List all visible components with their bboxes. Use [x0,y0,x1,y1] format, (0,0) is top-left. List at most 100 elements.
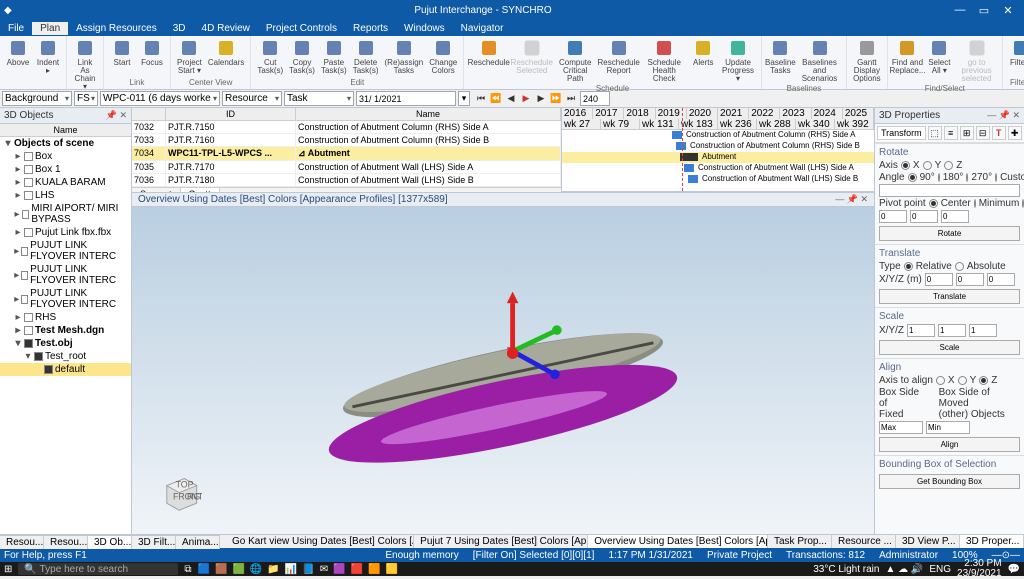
center-tab-0[interactable]: Go Kart view Using Dates [Best] Colors [… [226,535,414,548]
ribbon-cut[interactable]: Cut Task(s) [254,37,286,78]
menu-project-controls[interactable]: Project Controls [258,22,345,35]
ribbon-baselines-scenarios[interactable]: Baselines and Scenarios [796,37,843,84]
tab-transform[interactable]: Transform [877,126,926,140]
tray-lang[interactable]: ENG [929,564,951,575]
menu-4d-review[interactable]: 4D Review [194,22,258,35]
rotate-90[interactable] [908,173,917,182]
translate-button[interactable]: Translate [879,289,1020,304]
background-combo[interactable]: Background▾ [2,91,72,106]
nav-last-icon[interactable]: ⏭ [564,92,578,106]
task-view-icon[interactable]: ⧉ [184,564,191,575]
ribbon-goto-prev[interactable]: go to previous selected [954,37,999,84]
tree-item[interactable]: ▸KUALA BARAM [0,176,131,189]
view-cube[interactable]: FRONT TOP RGT [158,468,202,512]
object-tree[interactable]: ▾Objects of scene▸Box▸Box 1▸KUALA BARAM▸… [0,137,131,534]
align-moved[interactable] [926,421,970,434]
checkbox[interactable] [21,295,28,304]
ribbon-start[interactable]: Start [107,37,137,78]
task-col-index[interactable] [132,108,166,120]
translate-z[interactable] [987,273,1015,286]
rotate-axis-z[interactable] [944,161,953,170]
task-col-name[interactable]: Name [296,108,561,120]
gantt-row[interactable]: Construction of Abutment Wall (LHS) Side… [562,163,874,174]
translate-abs[interactable] [955,262,964,271]
rotate-button[interactable]: Rotate [879,226,1020,241]
gantt-chart[interactable]: 2016201720182019202020212022202320242025… [562,108,874,191]
maximize-button[interactable]: ▭ [972,4,996,17]
rotate-270[interactable] [966,173,968,182]
align-fixed[interactable] [879,421,923,434]
checkbox[interactable] [21,247,28,256]
viewport-3d[interactable]: Overview Using Dates [Best] Colors [Appe… [132,192,874,534]
ribbon-delete[interactable]: Delete Task(s) [350,37,382,78]
ribbon-paste[interactable]: Paste Task(s) [318,37,350,78]
pin-icon[interactable]: 📌 ✕ [106,110,127,121]
tree-item[interactable]: ▸RHS [0,311,131,324]
right-tab-1[interactable]: Resource ... [832,535,896,548]
translate-y[interactable] [956,273,984,286]
rotate-angle-input[interactable] [879,184,1020,197]
tree-item[interactable]: ▸PUJUT LINK FLYOVER INTERC [0,263,131,287]
rotate-custom[interactable] [995,173,997,182]
fs-combo[interactable]: FS▾ [74,91,98,106]
checkbox[interactable] [24,228,33,237]
pivot-y[interactable] [910,210,938,223]
ribbon-change-colors[interactable]: Change Colors [426,37,460,78]
align-y[interactable] [958,376,967,385]
date-input[interactable] [356,91,456,106]
left-tab-0[interactable]: Resou... [0,536,44,549]
task-table[interactable]: ID Name 7032PJT.R.7150Construction of Ab… [132,108,562,191]
rotate-axis-y[interactable] [923,161,932,170]
menu-reports[interactable]: Reports [345,22,396,35]
checkbox[interactable] [24,313,33,322]
checkbox[interactable] [24,191,33,200]
nav-next-icon[interactable]: ▶ [534,92,548,106]
right-tab-3[interactable]: 3D Proper... [960,535,1024,548]
nav-play-icon[interactable]: ▶ [519,92,533,106]
ribbon-copy[interactable]: Copy Task(s) [286,37,318,78]
date-picker-button[interactable]: ▾ [458,91,470,106]
tree-item[interactable]: ▾Test.obj [0,337,131,350]
menu-windows[interactable]: Windows [396,22,453,35]
ribbon-find-replace[interactable]: Find and Replace... [891,37,925,84]
gantt-row[interactable]: Construction of Abutment Column (RHS) Si… [562,141,874,152]
bbox-button[interactable]: Get Bounding Box [879,474,1020,489]
props-ico-5[interactable]: ✚ [1008,126,1022,140]
ribbon-project-start[interactable]: Project Start ▾ [174,37,205,78]
checkbox[interactable] [34,352,43,361]
ribbon-calendars[interactable]: Calendars [205,37,247,78]
tree-item[interactable]: ▸LHS [0,189,131,202]
pivot-center[interactable] [929,199,938,208]
left-tab-3[interactable]: 3D Filt... [132,536,176,549]
checkbox[interactable] [24,339,33,348]
viewport-pin-icon[interactable]: — 📌 ✕ [835,194,868,205]
checkbox[interactable] [24,165,33,174]
props-ico-4[interactable]: ⊟ [976,126,990,140]
taskbar-apps[interactable]: 🟦🟫🟩🌐📁📊📘✉🟪🟥🟧🟨 [198,564,398,575]
gantt-row[interactable]: Abutment [562,152,874,163]
checkbox[interactable] [44,365,53,374]
ribbon-reassign[interactable]: (Re)assign Tasks [382,37,427,78]
gantt-row[interactable]: Construction of Abutment Wall (LHS) Side… [562,174,874,185]
tree-item[interactable]: ▸PUJUT LINK FLYOVER INTERC [0,287,131,311]
rotate-180[interactable] [938,173,940,182]
ribbon-focus[interactable]: Focus [137,37,167,78]
nav-first-icon[interactable]: ⏮ [474,92,488,106]
align-button[interactable]: Align [879,437,1020,452]
task-row[interactable]: 7034WPC11-TPL-L5-WPCS ...⊿ Abutment [132,147,561,161]
right-tab-2[interactable]: 3D View P... [896,535,960,548]
checkbox[interactable] [24,152,33,161]
viewport-scene[interactable]: FRONT TOP RGT [132,207,874,534]
right-tab-0[interactable]: Task Prop... [768,535,832,548]
scale-y[interactable] [938,324,966,337]
start-button[interactable]: ⊞ [4,564,12,575]
taskbar-search[interactable]: 🔍 Type here to search [18,563,178,575]
menu-navigator[interactable]: Navigator [453,22,512,35]
ribbon-reschedule[interactable]: Reschedule [467,37,510,84]
wpc-combo[interactable]: WPC-011 (6 days worke▾ [100,91,220,106]
props-pin-icon[interactable]: — 📌 ✕ [987,110,1020,121]
tree-root[interactable]: ▾Objects of scene [0,137,131,150]
task-combo[interactable]: Task▾ [284,91,354,106]
tree-item[interactable]: ▸MIRI AIPORT/ MIRI BYPASS [0,202,131,226]
task-row[interactable]: 7035PJT.R.7170Construction of Abutment W… [132,161,561,174]
